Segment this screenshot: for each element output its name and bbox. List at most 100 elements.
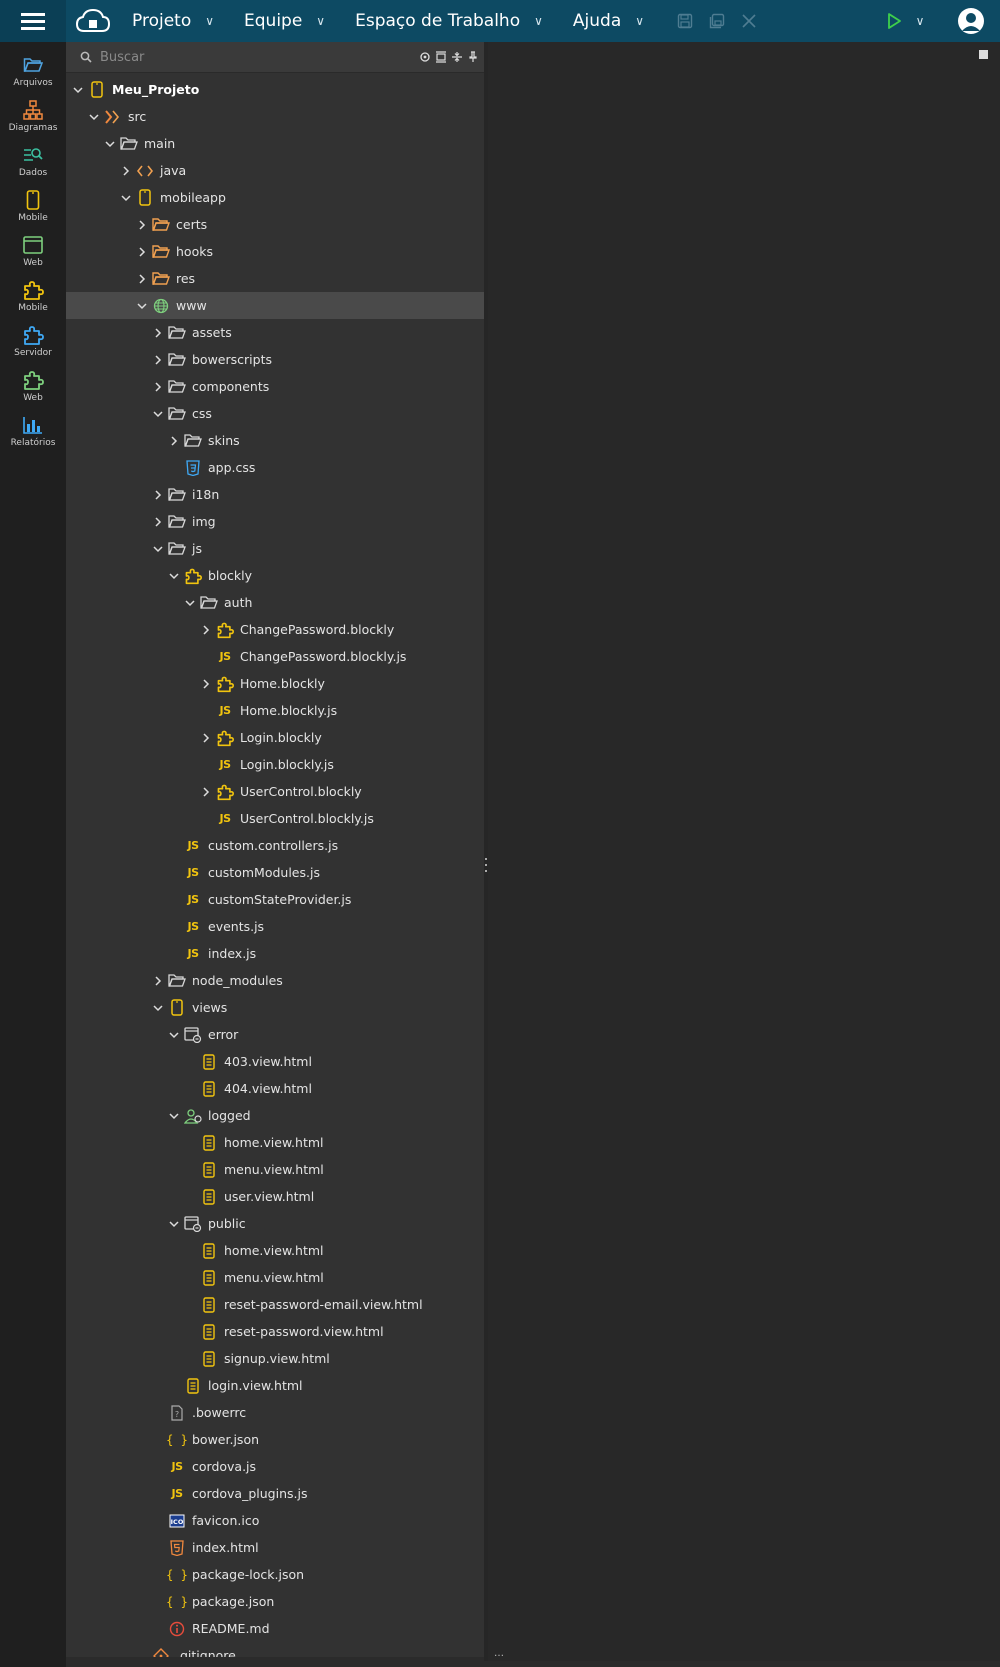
- chevron-down-icon[interactable]: [134, 298, 150, 314]
- menu-projeto[interactable]: Projeto ∨: [132, 11, 214, 31]
- tree-item[interactable]: JS events.js: [66, 913, 484, 940]
- tree-item[interactable]: Meu_Projeto: [66, 76, 484, 103]
- chevron-down-icon[interactable]: [166, 1027, 182, 1043]
- chevron-down-icon[interactable]: [150, 406, 166, 422]
- nav-item-mobile-5[interactable]: Mobile: [0, 273, 66, 318]
- save-icon[interactable]: [672, 8, 698, 34]
- nav-item-arquivos-0[interactable]: Arquivos: [0, 48, 66, 93]
- tree-item[interactable]: main: [66, 130, 484, 157]
- tree-item[interactable]: ? .bowerrc: [66, 1399, 484, 1426]
- tree-item[interactable]: views: [66, 994, 484, 1021]
- tree-item[interactable]: README.md: [66, 1615, 484, 1642]
- tree-item[interactable]: src: [66, 103, 484, 130]
- tree-item[interactable]: Home.blockly: [66, 670, 484, 697]
- search-input[interactable]: [98, 48, 416, 66]
- tree-item[interactable]: menu.view.html: [66, 1156, 484, 1183]
- tree-item[interactable]: 404.view.html: [66, 1075, 484, 1102]
- tree-item[interactable]: blockly: [66, 562, 484, 589]
- tree-item[interactable]: JS Home.blockly.js: [66, 697, 484, 724]
- chevron-down-icon[interactable]: [166, 568, 182, 584]
- tree-item[interactable]: certs: [66, 211, 484, 238]
- tree-item[interactable]: menu.view.html: [66, 1264, 484, 1291]
- tree-item[interactable]: hooks: [66, 238, 484, 265]
- tree-item[interactable]: JS customModules.js: [66, 859, 484, 886]
- tree-item[interactable]: assets: [66, 319, 484, 346]
- tree-item[interactable]: error: [66, 1021, 484, 1048]
- chevron-right-icon[interactable]: [166, 433, 182, 449]
- chevron-right-icon[interactable]: [134, 217, 150, 233]
- chevron-right-icon[interactable]: [198, 622, 214, 638]
- chevron-down-icon[interactable]: [86, 109, 102, 125]
- tree-item[interactable]: css: [66, 400, 484, 427]
- tree-item[interactable]: index.html: [66, 1534, 484, 1561]
- more-dots-icon[interactable]: …: [494, 1648, 504, 1659]
- tree-item[interactable]: auth: [66, 589, 484, 616]
- tree-item[interactable]: node_modules: [66, 967, 484, 994]
- tree-item[interactable]: JS cordova_plugins.js: [66, 1480, 484, 1507]
- tree-item[interactable]: reset-password.view.html: [66, 1318, 484, 1345]
- chevron-right-icon[interactable]: [150, 352, 166, 368]
- tree-item[interactable]: ICO favicon.ico: [66, 1507, 484, 1534]
- nav-item-web-4[interactable]: Web: [0, 228, 66, 273]
- chevron-right-icon[interactable]: [150, 487, 166, 503]
- tree-item[interactable]: res: [66, 265, 484, 292]
- tree-item[interactable]: components: [66, 373, 484, 400]
- chevron-down-icon[interactable]: [70, 82, 86, 98]
- run-play-icon[interactable]: [880, 12, 908, 30]
- user-avatar[interactable]: [958, 8, 984, 34]
- tree-item[interactable]: UserControl.blockly: [66, 778, 484, 805]
- chevron-right-icon[interactable]: [134, 271, 150, 287]
- chevron-down-icon[interactable]: [166, 1108, 182, 1124]
- chevron-down-icon[interactable]: [150, 541, 166, 557]
- menu-ajuda[interactable]: Ajuda ∨: [573, 11, 644, 31]
- menu-equipe[interactable]: Equipe ∨: [244, 11, 325, 31]
- tree-item[interactable]: 403.view.html: [66, 1048, 484, 1075]
- maximize-icon[interactable]: [979, 50, 988, 59]
- tree-item[interactable]: JS customStateProvider.js: [66, 886, 484, 913]
- chevron-down-icon[interactable]: [182, 595, 198, 611]
- nav-item-relatrios-8[interactable]: Relatórios: [0, 408, 66, 453]
- tree-item[interactable]: ChangePassword.blockly: [66, 616, 484, 643]
- pin-icon[interactable]: [466, 50, 480, 64]
- tree-item[interactable]: { } package.json: [66, 1588, 484, 1615]
- tree-item[interactable]: www: [66, 292, 484, 319]
- tree-item[interactable]: img: [66, 508, 484, 535]
- cloud-logo-icon[interactable]: [66, 7, 120, 35]
- chevron-down-icon[interactable]: [102, 136, 118, 152]
- chevron-right-icon[interactable]: [118, 163, 134, 179]
- chevron-down-icon[interactable]: [150, 1000, 166, 1016]
- run-options-chevron-down-icon[interactable]: ∨: [908, 14, 932, 28]
- tree-item[interactable]: logged: [66, 1102, 484, 1129]
- tree-item[interactable]: Login.blockly: [66, 724, 484, 751]
- tree-item[interactable]: mobileapp: [66, 184, 484, 211]
- tree-item[interactable]: app.css: [66, 454, 484, 481]
- save-all-icon[interactable]: [704, 8, 730, 34]
- chevron-right-icon[interactable]: [198, 676, 214, 692]
- chevron-right-icon[interactable]: [198, 784, 214, 800]
- chevron-down-icon[interactable]: [118, 190, 134, 206]
- chevron-right-icon[interactable]: [150, 325, 166, 341]
- tree-item[interactable]: i18n: [66, 481, 484, 508]
- nav-item-servidor-6[interactable]: Servidor: [0, 318, 66, 363]
- tree-item[interactable]: JS index.js: [66, 940, 484, 967]
- close-icon[interactable]: [736, 8, 762, 34]
- tree-item[interactable]: { } bower.json: [66, 1426, 484, 1453]
- tree-item[interactable]: home.view.html: [66, 1237, 484, 1264]
- tree-item[interactable]: login.view.html: [66, 1372, 484, 1399]
- nav-item-dados-2[interactable]: Dados: [0, 138, 66, 183]
- locate-icon[interactable]: [418, 50, 432, 64]
- tree-item[interactable]: user.view.html: [66, 1183, 484, 1210]
- tree-item[interactable]: JS Login.blockly.js: [66, 751, 484, 778]
- tree-item[interactable]: reset-password-email.view.html: [66, 1291, 484, 1318]
- tree-item[interactable]: { } package-lock.json: [66, 1561, 484, 1588]
- tree-item[interactable]: skins: [66, 427, 484, 454]
- expand-all-icon[interactable]: [434, 50, 448, 64]
- tree-item[interactable]: js: [66, 535, 484, 562]
- collapse-all-icon[interactable]: [450, 50, 464, 64]
- tree-item[interactable]: home.view.html: [66, 1129, 484, 1156]
- nav-item-web-7[interactable]: Web: [0, 363, 66, 408]
- chevron-right-icon[interactable]: [150, 379, 166, 395]
- hamburger-menu-button[interactable]: [0, 0, 66, 42]
- tree-item[interactable]: JS UserControl.blockly.js: [66, 805, 484, 832]
- tree-item[interactable]: JS cordova.js: [66, 1453, 484, 1480]
